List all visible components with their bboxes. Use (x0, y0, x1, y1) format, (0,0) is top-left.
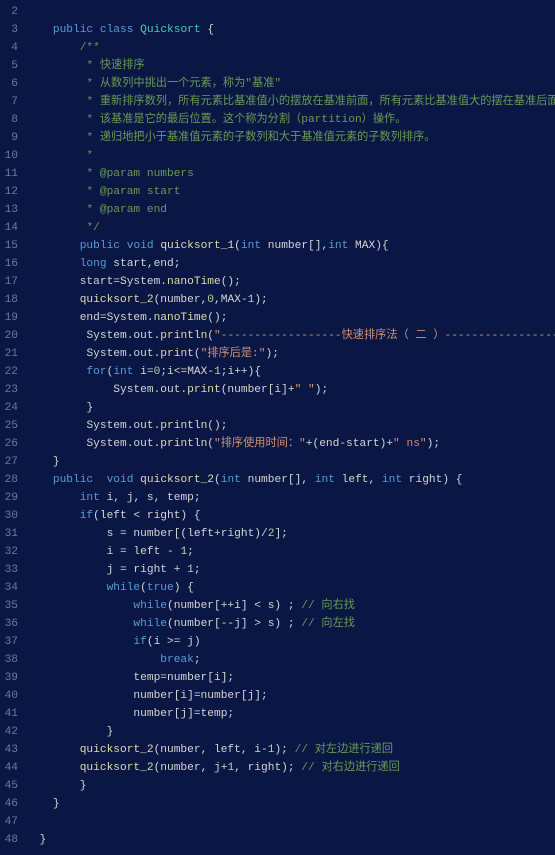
code-line[interactable]: int i, j, s, temp; (26, 489, 555, 507)
code-line[interactable]: for(int i=0;i<=MAX-1;i++){ (26, 363, 555, 381)
code-line[interactable]: public class Quicksort { (26, 21, 555, 39)
code-line[interactable]: start=System.nanoTime(); (26, 273, 555, 291)
code-line[interactable]: i = left - 1; (26, 543, 555, 561)
line-number: 3 (4, 21, 18, 39)
line-number: 27 (4, 453, 18, 471)
line-number: 38 (4, 651, 18, 669)
line-number: 30 (4, 507, 18, 525)
code-line[interactable]: * 从数列中挑出一个元素，称为"基准" (26, 75, 555, 93)
line-number: 37 (4, 633, 18, 651)
code-line[interactable]: quicksort_2(number,0,MAX-1); (26, 291, 555, 309)
code-line[interactable]: number[i]=number[j]; (26, 687, 555, 705)
line-number: 4 (4, 39, 18, 57)
code-line[interactable]: } (26, 399, 555, 417)
line-number: 31 (4, 525, 18, 543)
code-line[interactable]: while(number[++i] < s) ; // 向右找 (26, 597, 555, 615)
line-number: 45 (4, 777, 18, 795)
line-number: 2 (4, 3, 18, 21)
line-number: 24 (4, 399, 18, 417)
line-number: 23 (4, 381, 18, 399)
line-number: 21 (4, 345, 18, 363)
line-number: 28 (4, 471, 18, 489)
code-line[interactable]: System.out.print(number[i]+" "); (26, 381, 555, 399)
code-line[interactable]: while(true) { (26, 579, 555, 597)
code-line[interactable]: temp=number[i]; (26, 669, 555, 687)
line-number: 26 (4, 435, 18, 453)
code-line[interactable]: } (26, 795, 555, 813)
line-number: 18 (4, 291, 18, 309)
line-number: 34 (4, 579, 18, 597)
line-number: 43 (4, 741, 18, 759)
line-number: 8 (4, 111, 18, 129)
code-line[interactable]: number[j]=temp; (26, 705, 555, 723)
code-line[interactable]: * (26, 147, 555, 165)
code-line[interactable]: j = right + 1; (26, 561, 555, 579)
line-number: 48 (4, 831, 18, 849)
code-editor-area[interactable]: public class Quicksort { /** * 快速排序 * 从数… (26, 0, 555, 855)
line-number: 46 (4, 795, 18, 813)
code-line[interactable]: * 该基准是它的最后位置。这个称为分割（partition）操作。 (26, 111, 555, 129)
line-number: 7 (4, 93, 18, 111)
line-number: 20 (4, 327, 18, 345)
line-number: 36 (4, 615, 18, 633)
line-number: 39 (4, 669, 18, 687)
line-number: 19 (4, 309, 18, 327)
code-line[interactable]: System.out.print("排序后是:"); (26, 345, 555, 363)
code-line[interactable]: if(i >= j) (26, 633, 555, 651)
code-line[interactable]: /** (26, 39, 555, 57)
code-line[interactable]: s = number[(left+right)/2]; (26, 525, 555, 543)
code-line[interactable]: System.out.println(); (26, 417, 555, 435)
code-line[interactable]: } (26, 453, 555, 471)
line-number-gutter: 2345678910111213141516171819202122232425… (0, 0, 26, 855)
line-number: 41 (4, 705, 18, 723)
line-number: 9 (4, 129, 18, 147)
code-line[interactable]: quicksort_2(number, left, i-1); // 对左边进行… (26, 741, 555, 759)
code-line[interactable]: } (26, 831, 555, 849)
line-number: 35 (4, 597, 18, 615)
line-number: 44 (4, 759, 18, 777)
code-line[interactable]: public void quicksort_2(int number[], in… (26, 471, 555, 489)
line-number: 12 (4, 183, 18, 201)
line-number: 13 (4, 201, 18, 219)
line-number: 29 (4, 489, 18, 507)
code-line[interactable]: end=System.nanoTime(); (26, 309, 555, 327)
code-line[interactable] (26, 813, 555, 831)
code-line[interactable]: public void quicksort_1(int number[],int… (26, 237, 555, 255)
code-line[interactable]: break; (26, 651, 555, 669)
line-number: 11 (4, 165, 18, 183)
line-number: 17 (4, 273, 18, 291)
code-line[interactable]: * 快速排序 (26, 57, 555, 75)
code-line[interactable] (26, 3, 555, 21)
line-number: 15 (4, 237, 18, 255)
line-number: 32 (4, 543, 18, 561)
code-line[interactable]: * 递归地把小于基准值元素的子数列和大于基准值元素的子数列排序。 (26, 129, 555, 147)
code-line[interactable]: System.out.println("------------------快速… (26, 327, 555, 345)
code-line[interactable]: */ (26, 219, 555, 237)
code-line[interactable]: if(left < right) { (26, 507, 555, 525)
code-line[interactable]: * @param end (26, 201, 555, 219)
line-number: 25 (4, 417, 18, 435)
code-line[interactable]: long start,end; (26, 255, 555, 273)
code-line[interactable]: } (26, 723, 555, 741)
line-number: 14 (4, 219, 18, 237)
line-number: 40 (4, 687, 18, 705)
code-line[interactable]: * @param start (26, 183, 555, 201)
code-line[interactable]: while(number[--j] > s) ; // 向左找 (26, 615, 555, 633)
code-line[interactable]: * 重新排序数列，所有元素比基准值小的摆放在基准前面，所有元素比基准值大的摆在基… (26, 93, 555, 111)
code-line[interactable]: System.out.println("排序使用时间："+(end-start)… (26, 435, 555, 453)
line-number: 16 (4, 255, 18, 273)
code-line[interactable]: quicksort_2(number, j+1, right); // 对右边进… (26, 759, 555, 777)
line-number: 5 (4, 57, 18, 75)
line-number: 10 (4, 147, 18, 165)
code-line[interactable]: * @param numbers (26, 165, 555, 183)
line-number: 47 (4, 813, 18, 831)
line-number: 6 (4, 75, 18, 93)
line-number: 22 (4, 363, 18, 381)
code-line[interactable]: } (26, 777, 555, 795)
line-number: 33 (4, 561, 18, 579)
line-number: 42 (4, 723, 18, 741)
